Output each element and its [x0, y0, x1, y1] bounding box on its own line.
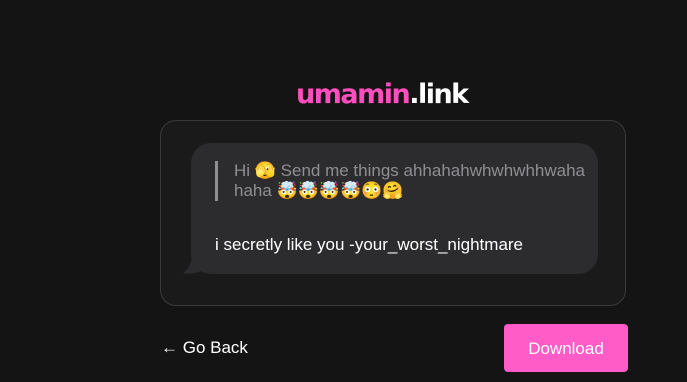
site-logo[interactable]: umamin.link	[296, 80, 492, 110]
page: umamin.link Hi 🫣 Send me things ahhahahw…	[0, 0, 687, 382]
download-button[interactable]: Download	[504, 324, 628, 372]
message-card: Hi 🫣 Send me things ahhahahwhwhwhhwahaha…	[160, 120, 626, 306]
quoted-prompt: Hi 🫣 Send me things ahhahahwhwhwhhwahaha…	[215, 161, 594, 201]
message-bubble: Hi 🫣 Send me things ahhahahwhwhwhhwahaha…	[191, 143, 598, 274]
go-back-link[interactable]: ← Go Back	[161, 338, 248, 358]
logo-brand-text: umamin	[296, 79, 411, 110]
logo-tld-text: .link	[409, 79, 469, 110]
reply-text: i secretly like you -your_worst_nightmar…	[215, 235, 524, 254]
